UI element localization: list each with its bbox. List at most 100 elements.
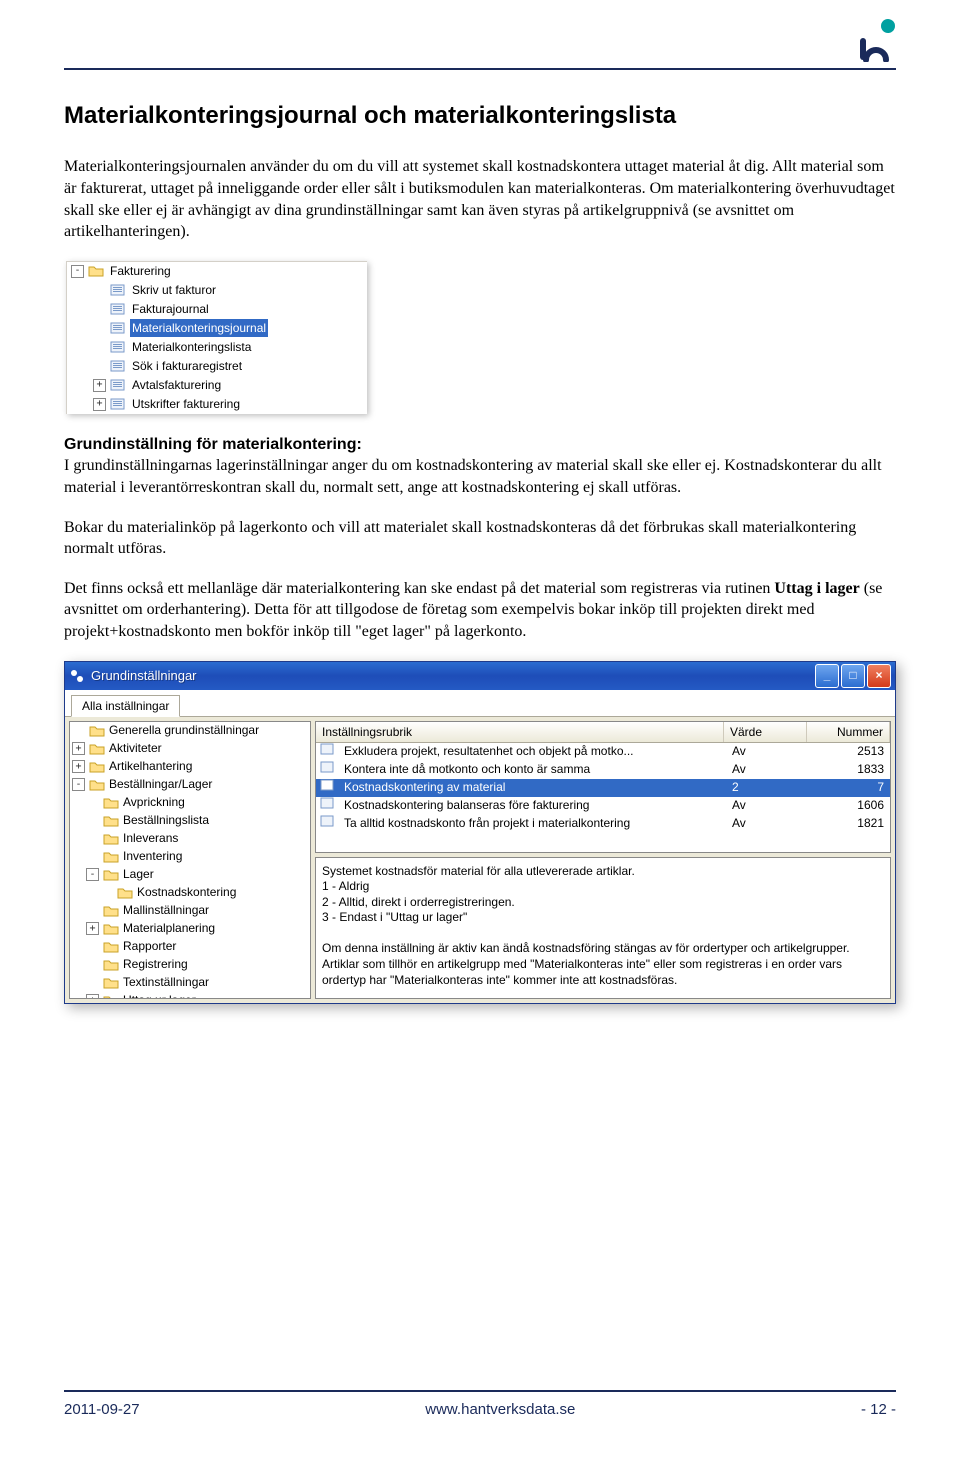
document-icon xyxy=(110,397,126,411)
tree-item-label: Sök i fakturaregistret xyxy=(130,357,244,375)
settings-tree-item[interactable]: Beställningslista xyxy=(70,812,310,830)
grid-row[interactable]: Ta alltid kostnadskonto från projekt i m… xyxy=(316,815,890,833)
folder-icon xyxy=(103,832,119,846)
cell-varde: Av xyxy=(726,761,808,777)
settings-tree-item[interactable]: Generella grundinställningar xyxy=(70,722,310,740)
expand-icon[interactable]: + xyxy=(72,742,85,755)
setting-icon xyxy=(320,778,336,796)
cell-rubrik: Exkludera projekt, resultatenhet och obj… xyxy=(338,743,726,759)
settings-tree-label: Rapporter xyxy=(123,938,176,954)
col-nummer[interactable]: Nummer xyxy=(807,722,890,742)
settings-tree-item[interactable]: Mallinställningar xyxy=(70,902,310,920)
folder-open-icon xyxy=(88,264,104,278)
grid-row[interactable]: Kontera inte då motkonto och konto är sa… xyxy=(316,761,890,779)
brand-logo xyxy=(858,18,896,62)
tab-all-settings[interactable]: Alla inställningar xyxy=(71,695,180,717)
grid-header: Inställningsrubrik Värde Nummer xyxy=(316,722,890,743)
settings-tree-item[interactable]: Inleverans xyxy=(70,830,310,848)
settings-grid[interactable]: Inställningsrubrik Värde Nummer Exkluder… xyxy=(315,721,891,853)
tree-item-label: Avtalsfakturering xyxy=(130,376,223,394)
maximize-button[interactable]: □ xyxy=(841,664,865,688)
settings-tree-item[interactable]: Textinställningar xyxy=(70,974,310,992)
folder-icon xyxy=(103,940,119,954)
settings-tree-item[interactable]: + Uttag ur lager xyxy=(70,992,310,999)
cell-varde: Av xyxy=(726,815,808,831)
settings-tree-item[interactable]: +Aktiviteter xyxy=(70,740,310,758)
expand-icon[interactable]: + xyxy=(86,994,99,999)
collapse-icon[interactable]: - xyxy=(86,868,99,881)
tree-item-label: Utskrifter fakturering xyxy=(130,395,242,413)
expand-icon[interactable]: + xyxy=(86,922,99,935)
tree-item[interactable]: + Utskrifter fakturering xyxy=(67,395,367,414)
section2-heading: Grundinställning för materialkontering: xyxy=(64,436,362,453)
tree-fakturering: - Fakturering Skriv ut fakturorFakturajo… xyxy=(66,261,367,414)
settings-tree-item[interactable]: + Artikelhantering xyxy=(70,758,310,776)
tree-item[interactable]: Materialkonteringslista xyxy=(67,338,367,357)
cell-nummer: 1821 xyxy=(808,815,890,831)
folder-icon xyxy=(103,850,119,864)
tree-item-label: Fakturajournal xyxy=(130,300,211,318)
intro-paragraph: Materialkonteringsjournalen använder du … xyxy=(64,156,896,242)
cell-varde: 2 xyxy=(726,779,808,795)
footer-date: 2011-09-27 xyxy=(64,1400,140,1420)
minimize-button[interactable]: _ xyxy=(815,664,839,688)
cell-nummer: 1606 xyxy=(808,797,890,813)
col-varde[interactable]: Värde xyxy=(724,722,807,742)
settings-tree-label: Registrering xyxy=(123,956,188,972)
col-rubrik[interactable]: Inställningsrubrik xyxy=(316,722,724,742)
expand-icon[interactable]: + xyxy=(93,398,106,411)
document-icon xyxy=(110,378,126,392)
grid-row[interactable]: Kostnadskontering balanseras före faktur… xyxy=(316,797,890,815)
setting-icon xyxy=(320,742,336,760)
folder-icon xyxy=(89,742,105,756)
tree-item[interactable]: Sök i fakturaregistret xyxy=(67,357,367,376)
collapse-icon[interactable]: - xyxy=(71,265,84,278)
expand-icon[interactable]: + xyxy=(72,760,85,773)
settings-tree-item[interactable]: Rapporter xyxy=(70,938,310,956)
settings-tree[interactable]: Generella grundinställningar+Aktiviteter… xyxy=(69,721,311,999)
tree-item-label: Skriv ut fakturor xyxy=(130,281,218,299)
close-button[interactable]: × xyxy=(867,664,891,688)
settings-tree-label: Avprickning xyxy=(123,794,185,810)
tree-item-label: Materialkonteringsjournal xyxy=(130,319,268,337)
settings-tree-label: Beställningslista xyxy=(123,812,209,828)
folder-icon xyxy=(103,922,119,936)
folder-icon xyxy=(103,958,119,972)
tree-item[interactable]: + Avtalsfakturering xyxy=(67,376,367,395)
settings-tree-item[interactable]: + Materialplanering xyxy=(70,920,310,938)
document-icon xyxy=(110,321,126,335)
settings-tree-item[interactable]: - Beställningar/Lager xyxy=(70,776,310,794)
collapse-icon[interactable]: - xyxy=(72,778,85,791)
expand-icon[interactable]: + xyxy=(93,379,106,392)
settings-tree-label: Inleverans xyxy=(123,830,178,846)
settings-tree-item[interactable]: -Lager xyxy=(70,866,310,884)
window-titlebar[interactable]: Grundinställningar _ □ × xyxy=(65,662,895,690)
settings-tree-label: Beställningar/Lager xyxy=(109,776,212,792)
settings-tree-item[interactable]: Avprickning xyxy=(70,794,310,812)
grid-row[interactable]: Kostnadskontering av material27 xyxy=(316,779,890,797)
tab-bar: Alla inställningar xyxy=(65,690,895,717)
folder-icon xyxy=(103,904,119,918)
settings-tree-label: Uttag ur lager xyxy=(123,992,196,998)
tree-item[interactable]: Fakturajournal xyxy=(67,300,367,319)
cell-nummer: 2513 xyxy=(808,743,890,759)
settings-tree-item[interactable]: Inventering xyxy=(70,848,310,866)
tree-item[interactable]: Skriv ut fakturor xyxy=(67,281,367,300)
tree-item[interactable]: Materialkonteringsjournal xyxy=(67,319,367,338)
description-panel: Systemet kostnadsför material för alla u… xyxy=(315,857,891,999)
cell-rubrik: Kostnadskontering av material xyxy=(338,779,726,795)
settings-tree-item[interactable]: Registrering xyxy=(70,956,310,974)
settings-tree-label: Materialplanering xyxy=(123,920,215,936)
page-footer: 2011-09-27 www.hantverksdata.se - 12 - xyxy=(64,1390,896,1420)
settings-tree-label: Artikelhantering xyxy=(109,758,192,774)
cell-rubrik: Kostnadskontering balanseras före faktur… xyxy=(338,797,726,813)
grid-row[interactable]: Exkludera projekt, resultatenhet och obj… xyxy=(316,743,890,761)
cell-varde: Av xyxy=(726,797,808,813)
folder-icon xyxy=(103,868,119,882)
window-title: Grundinställningar xyxy=(91,667,815,685)
folder-icon xyxy=(117,886,133,900)
settings-tree-item[interactable]: Kostnadskontering xyxy=(70,884,310,902)
tree-root-label[interactable]: Fakturering xyxy=(108,262,173,280)
header-rule xyxy=(64,68,896,70)
section2-para1: Grundinställning för materialkontering: … xyxy=(64,434,896,499)
